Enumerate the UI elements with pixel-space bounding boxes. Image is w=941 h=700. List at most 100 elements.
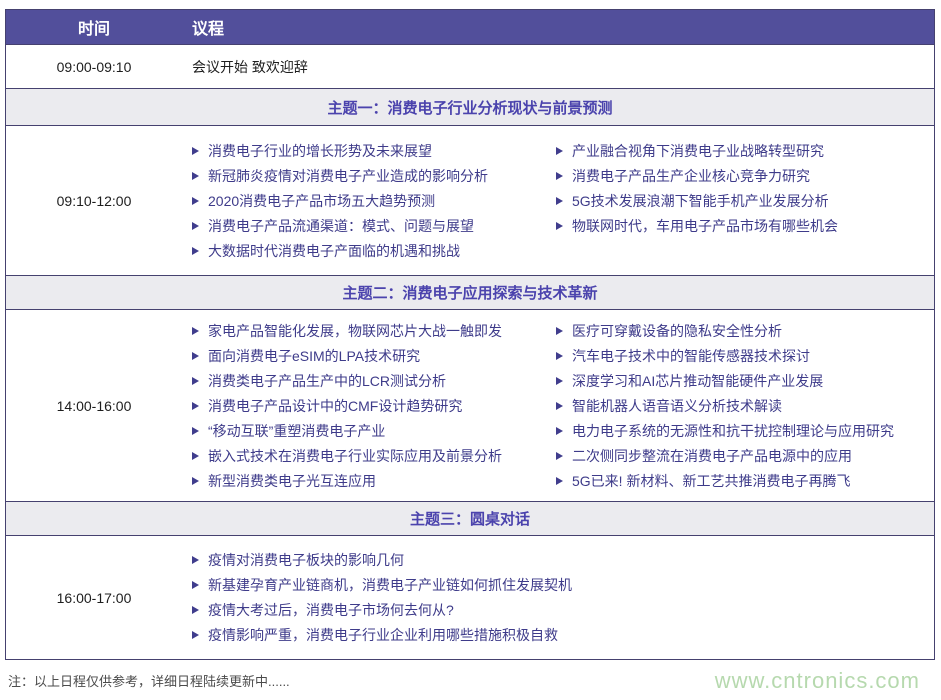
session2-topics-left: 家电产品智能化发展，物联网芯片大战一触即发 面向消费电子eSIM的LPA技术研究…: [192, 318, 556, 493]
list-item: “移动互联”重塑消费电子产业: [192, 418, 556, 443]
topic-text: 医疗可穿戴设备的隐私安全性分析: [572, 321, 782, 341]
topic-text: 汽车电子技术中的智能传感器技术探讨: [572, 346, 810, 366]
list-item: 2020消费电子产品市场五大趋势预测: [192, 188, 556, 213]
list-item: 新型消费类电子光互连应用: [192, 468, 556, 493]
list-item: 深度学习和AI芯片推动智能硬件产业发展: [556, 368, 934, 393]
session1-topics-right: 产业融合视角下消费电子业战略转型研究 消费电子产品生产企业核心竞争力研究 5G技…: [556, 138, 934, 238]
topic-text: 消费电子行业的增长形势及未来展望: [208, 141, 432, 161]
bullet-triangle-icon: [556, 352, 563, 360]
list-item: 疫情影响严重，消费电子行业企业利用哪些措施积极自救: [192, 623, 572, 648]
bullet-triangle-icon: [556, 197, 563, 205]
bullet-triangle-icon: [192, 427, 199, 435]
bullet-triangle-icon: [192, 352, 199, 360]
list-item: 嵌入式技术在消费电子行业实际应用及前景分析: [192, 443, 556, 468]
session1-topics-left: 消费电子行业的增长形势及未来展望 新冠肺炎疫情对消费电子产业造成的影响分析 20…: [192, 138, 556, 263]
topic-text: 面向消费电子eSIM的LPA技术研究: [208, 346, 420, 366]
list-item: 物联网时代，车用电子产品市场有哪些机会: [556, 213, 934, 238]
topic-text: 5G已来! 新材料、新工艺共推消费电子再腾飞: [572, 471, 850, 491]
column-header-time: 时间: [6, 10, 182, 44]
bullet-triangle-icon: [556, 377, 563, 385]
list-item: 电力电子系统的无源性和抗干扰控制理论与应用研究: [556, 418, 934, 443]
bullet-triangle-icon: [192, 197, 199, 205]
bullet-triangle-icon: [192, 222, 199, 230]
bullet-triangle-icon: [192, 377, 199, 385]
bullet-triangle-icon: [556, 172, 563, 180]
topic-text: 二次侧同步整流在消费电子产品电源中的应用: [572, 446, 852, 466]
bullet-triangle-icon: [192, 556, 199, 564]
topic-text: 疫情大考过后，消费电子市场何去何从?: [208, 600, 454, 620]
topic-text: 消费类电子产品生产中的LCR测试分析: [208, 371, 446, 391]
list-item: 汽车电子技术中的智能传感器技术探讨: [556, 343, 934, 368]
bullet-triangle-icon: [192, 327, 199, 335]
session2-row: 14:00-16:00 家电产品智能化发展，物联网芯片大战一触即发 面向消费电子…: [6, 309, 934, 501]
bullet-triangle-icon: [192, 477, 199, 485]
session3-time: 16:00-17:00: [6, 536, 182, 659]
session3-topics: 疫情对消费电子板块的影响几何 新基建孕育产业链商机，消费电子产业链如何抓住发展契…: [192, 548, 572, 648]
bullet-triangle-icon: [556, 222, 563, 230]
list-item: 疫情大考过后，消费电子市场何去何从?: [192, 598, 572, 623]
table-header-row: 时间 议程: [6, 10, 934, 44]
session1-row: 09:10-12:00 消费电子行业的增长形势及未来展望 新冠肺炎疫情对消费电子…: [6, 125, 934, 275]
topic-text: “移动互联”重塑消费电子产业: [208, 421, 385, 441]
list-item: 消费电子产品流通渠道：模式、问题与展望: [192, 213, 556, 238]
list-item: 二次侧同步整流在消费电子产品电源中的应用: [556, 443, 934, 468]
bullet-triangle-icon: [192, 247, 199, 255]
opening-text: 会议开始 致欢迎辞: [182, 45, 934, 88]
list-item: 消费类电子产品生产中的LCR测试分析: [192, 368, 556, 393]
bullet-triangle-icon: [556, 147, 563, 155]
session3-row: 16:00-17:00 疫情对消费电子板块的影响几何 新基建孕育产业链商机，消费…: [6, 535, 934, 659]
topic-text: 新型消费类电子光互连应用: [208, 471, 376, 491]
topic-text: 疫情影响严重，消费电子行业企业利用哪些措施积极自救: [208, 625, 558, 645]
session2-time: 14:00-16:00: [6, 310, 182, 501]
topic-text: 物联网时代，车用电子产品市场有哪些机会: [572, 216, 838, 236]
footer-note: 注：以上日程仅供参考，详细日程陆续更新中......: [8, 671, 290, 690]
list-item: 消费电子产品设计中的CMF设计趋势研究: [192, 393, 556, 418]
list-item: 家电产品智能化发展，物联网芯片大战一触即发: [192, 318, 556, 343]
bullet-triangle-icon: [192, 172, 199, 180]
list-item: 5G已来! 新材料、新工艺共推消费电子再腾飞: [556, 468, 934, 493]
bullet-triangle-icon: [556, 477, 563, 485]
bullet-triangle-icon: [556, 402, 563, 410]
topic-text: 产业融合视角下消费电子业战略转型研究: [572, 141, 824, 161]
agenda-table: 时间 议程 09:00-09:10 会议开始 致欢迎辞 主题一：消费电子行业分析…: [5, 9, 935, 660]
topic-text: 深度学习和AI芯片推动智能硬件产业发展: [572, 371, 823, 391]
list-item: 5G技术发展浪潮下智能手机产业发展分析: [556, 188, 934, 213]
column-header-agenda: 议程: [182, 10, 934, 44]
topic-text: 智能机器人语音语义分析技术解读: [572, 396, 782, 416]
list-item: 智能机器人语音语义分析技术解读: [556, 393, 934, 418]
topic-text: 电力电子系统的无源性和抗干扰控制理论与应用研究: [572, 421, 894, 441]
list-item: 新冠肺炎疫情对消费电子产业造成的影响分析: [192, 163, 556, 188]
list-item: 消费电子行业的增长形势及未来展望: [192, 138, 556, 163]
list-item: 疫情对消费电子板块的影响几何: [192, 548, 572, 573]
bullet-triangle-icon: [192, 606, 199, 614]
list-item: 大数据时代消费电子产面临的机遇和挑战: [192, 238, 556, 263]
opening-row: 09:00-09:10 会议开始 致欢迎辞: [6, 44, 934, 88]
bullet-triangle-icon: [192, 147, 199, 155]
bullet-triangle-icon: [556, 327, 563, 335]
bullet-triangle-icon: [192, 452, 199, 460]
bullet-triangle-icon: [556, 427, 563, 435]
topic-text: 新基建孕育产业链商机，消费电子产业链如何抓住发展契机: [208, 575, 572, 595]
topic-text: 消费电子产品生产企业核心竞争力研究: [572, 166, 810, 186]
site-watermark: www.cntronics.com: [715, 668, 920, 694]
section2-title: 主题二：消费电子应用探索与技术革新: [6, 275, 934, 309]
topic-text: 疫情对消费电子板块的影响几何: [208, 550, 404, 570]
topic-text: 消费电子产品设计中的CMF设计趋势研究: [208, 396, 462, 416]
topic-text: 嵌入式技术在消费电子行业实际应用及前景分析: [208, 446, 502, 466]
bullet-triangle-icon: [192, 581, 199, 589]
topic-text: 5G技术发展浪潮下智能手机产业发展分析: [572, 191, 829, 211]
topic-text: 大数据时代消费电子产面临的机遇和挑战: [208, 241, 460, 261]
bullet-triangle-icon: [556, 452, 563, 460]
session1-time: 09:10-12:00: [6, 126, 182, 275]
bullet-triangle-icon: [192, 631, 199, 639]
bullet-triangle-icon: [192, 402, 199, 410]
list-item: 医疗可穿戴设备的隐私安全性分析: [556, 318, 934, 343]
topic-text: 2020消费电子产品市场五大趋势预测: [208, 191, 435, 211]
section3-title: 主题三：圆桌对话: [6, 501, 934, 535]
session2-topics-right: 医疗可穿戴设备的隐私安全性分析 汽车电子技术中的智能传感器技术探讨 深度学习和A…: [556, 318, 934, 493]
topic-text: 新冠肺炎疫情对消费电子产业造成的影响分析: [208, 166, 488, 186]
topic-text: 消费电子产品流通渠道：模式、问题与展望: [208, 216, 474, 236]
list-item: 面向消费电子eSIM的LPA技术研究: [192, 343, 556, 368]
opening-time: 09:00-09:10: [6, 45, 182, 88]
list-item: 消费电子产品生产企业核心竞争力研究: [556, 163, 934, 188]
